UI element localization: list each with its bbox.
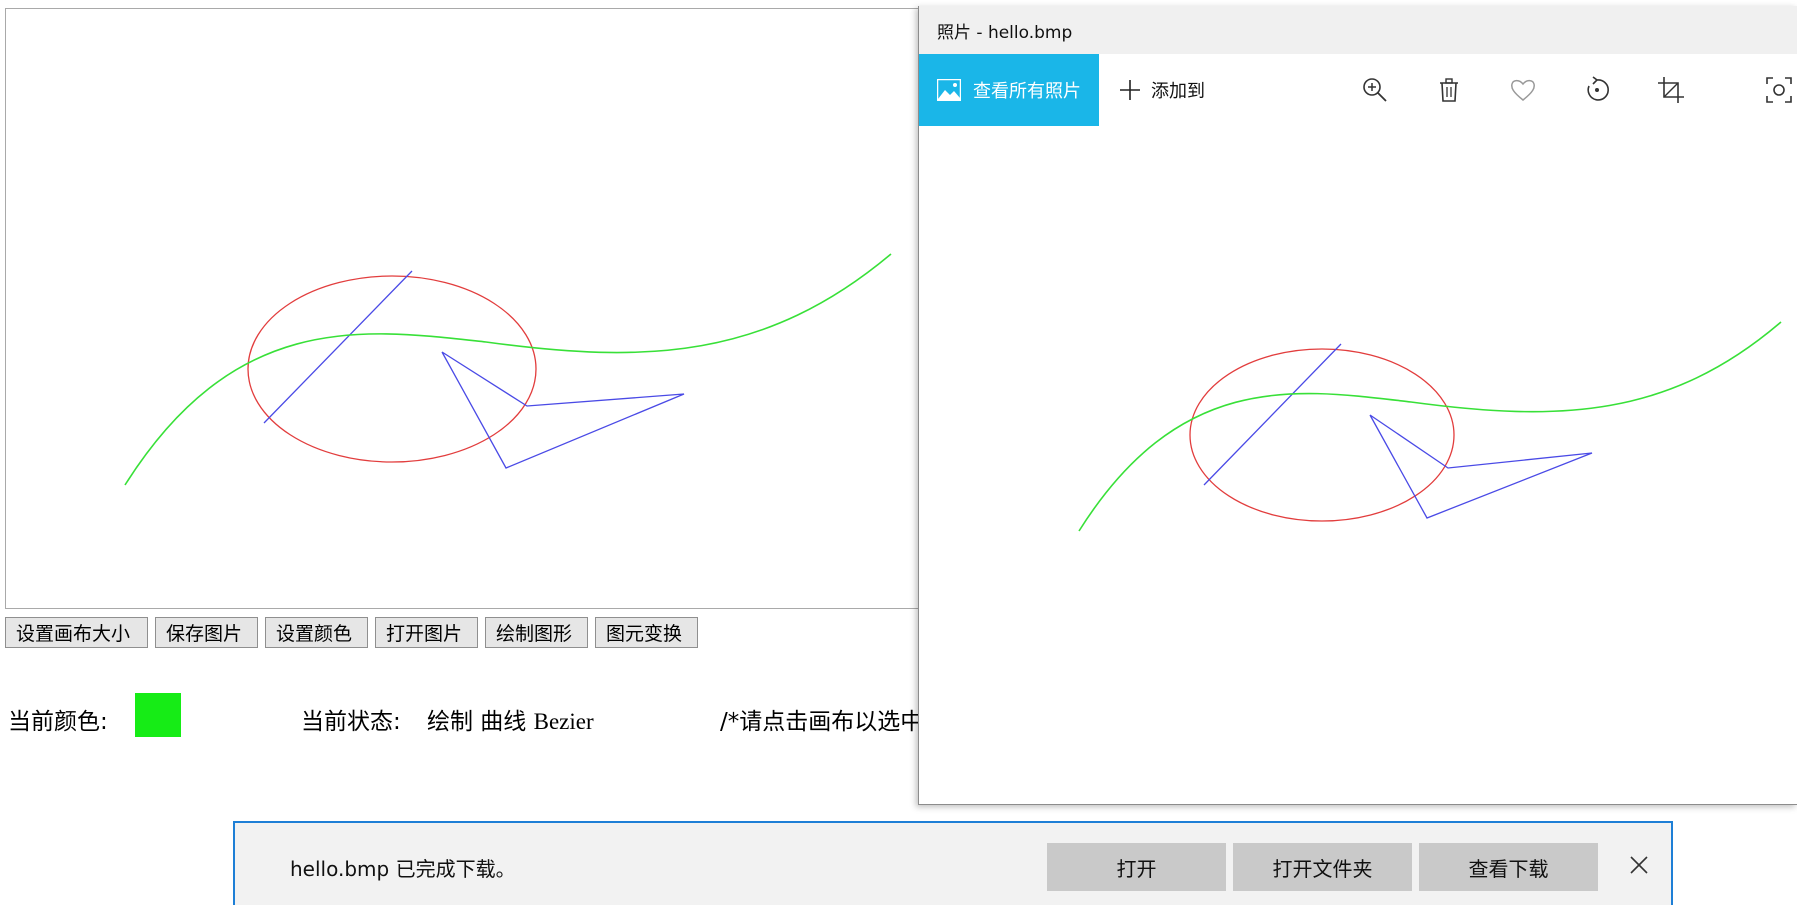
hint-text: /*请点击画布以选中 — [720, 709, 924, 735]
canvas-drawing — [124, 253, 892, 486]
canvas-polyline — [441, 351, 685, 469]
photos-window: 照片 - hello.bmp 查看所有照片 添加到 — [918, 6, 1797, 805]
canvas-ellipse — [247, 275, 537, 463]
transform-primitive-button[interactable]: 图元变换 — [595, 617, 698, 648]
drawing-canvas[interactable] — [5, 8, 951, 609]
set-color-button[interactable]: 设置颜色 — [265, 617, 368, 648]
view-all-label: 查看所有照片 — [973, 81, 1081, 102]
current-color-label: 当前颜色: — [8, 709, 108, 735]
delete-icon[interactable] — [1435, 76, 1463, 104]
view-all-photos-button[interactable]: 查看所有照片 — [919, 54, 1099, 126]
open-folder-button[interactable]: 打开文件夹 — [1233, 843, 1412, 891]
photo-line — [1203, 343, 1342, 486]
photos-window-title: 照片 - hello.bmp — [937, 22, 1073, 43]
canvas-bezier-curve — [124, 253, 892, 486]
plus-icon — [1120, 80, 1140, 100]
add-to-label: 添加到 — [1151, 81, 1205, 102]
save-image-button[interactable]: 保存图片 — [155, 617, 258, 648]
download-notification-bar: hello.bmp 已完成下载。 打开 打开文件夹 查看下载 — [233, 821, 1673, 905]
app-toolbar: 设置画布大小 保存图片 设置颜色 打开图片 绘制图形 图元变换 — [5, 617, 698, 648]
photos-toolbar: 查看所有照片 添加到 — [919, 54, 1797, 126]
current-color-swatch — [135, 693, 181, 737]
rotate-icon[interactable] — [1583, 76, 1611, 104]
set-canvas-size-button[interactable]: 设置画布大小 — [5, 617, 148, 648]
download-message: hello.bmp 已完成下载。 — [290, 857, 516, 881]
current-state-value: 绘制 曲线 Bezier — [427, 702, 594, 736]
open-button[interactable]: 打开 — [1047, 843, 1226, 891]
heart-icon[interactable] — [1509, 76, 1537, 104]
state-value-latin: Bezier — [533, 709, 594, 734]
edit-icon[interactable] — [1765, 76, 1793, 104]
draw-shape-button[interactable]: 绘制图形 — [485, 617, 588, 648]
zoom-in-icon[interactable] — [1361, 76, 1389, 104]
open-image-button[interactable]: 打开图片 — [375, 617, 478, 648]
current-state-label: 当前状态: — [301, 709, 401, 735]
view-downloads-button[interactable]: 查看下载 — [1419, 843, 1598, 891]
state-value-cn: 绘制 曲线 — [427, 709, 527, 735]
photos-titlebar[interactable]: 照片 - hello.bmp — [919, 6, 1797, 54]
add-to-button[interactable]: 添加到 — [1119, 54, 1205, 126]
crop-icon[interactable] — [1657, 76, 1685, 104]
image-icon — [937, 79, 961, 101]
photo-bezier-curve — [1078, 321, 1782, 532]
close-icon[interactable] — [1627, 853, 1651, 877]
photo-image — [1078, 321, 1782, 532]
